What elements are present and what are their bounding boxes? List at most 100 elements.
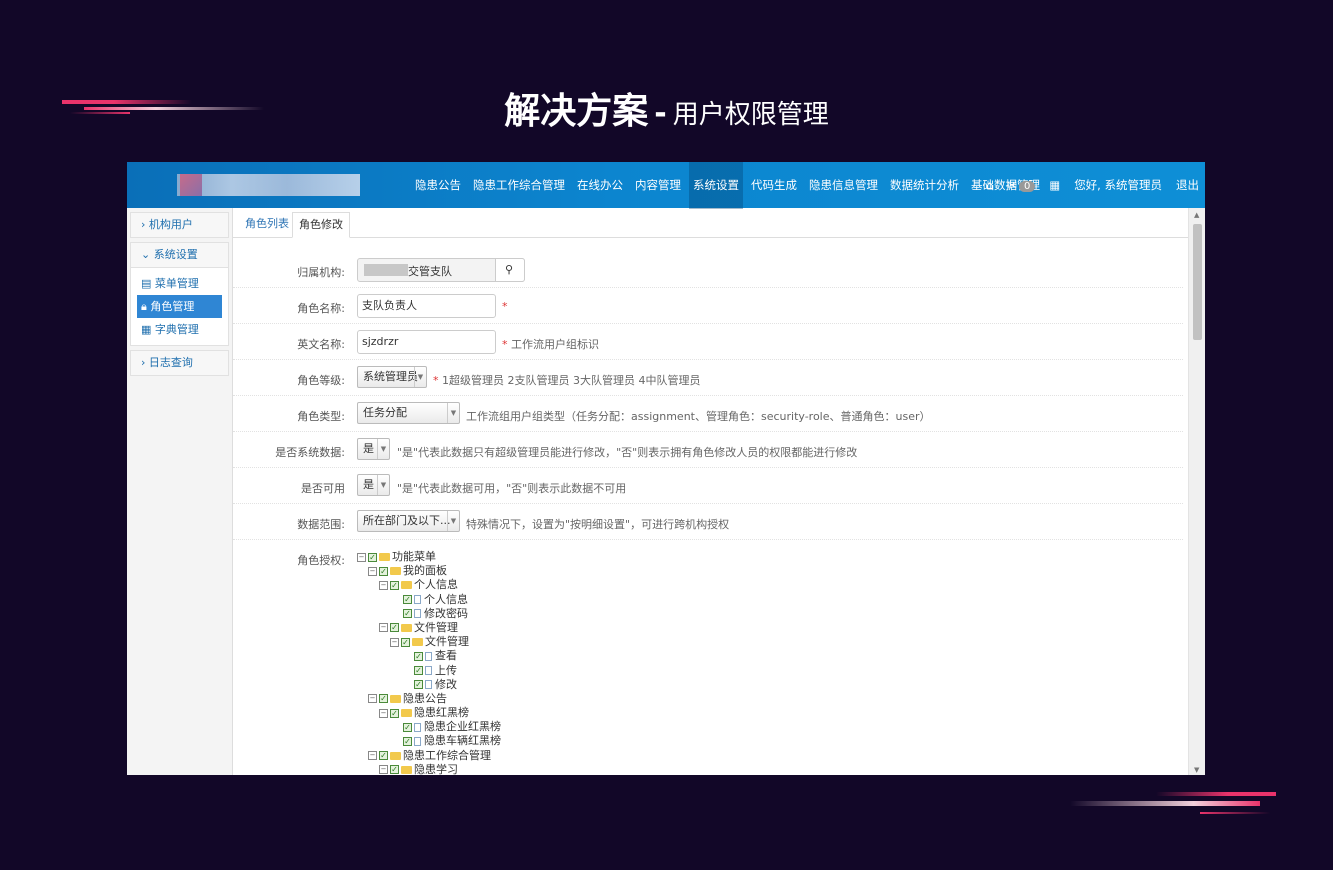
tree-node[interactable]: − ✓ 隐患工作综合管理 (357, 749, 501, 763)
scroll-down-icon[interactable]: ▼ (1194, 766, 1199, 774)
tree-node-label: 修改密码 (424, 606, 468, 620)
org-blurred-text (364, 264, 408, 276)
nav-item-hazard-info[interactable]: 隐患信息管理 (809, 177, 878, 193)
sidebar-item-roles[interactable]: 🔒︎ 角色管理 (137, 295, 222, 318)
checkbox-checked-icon[interactable]: ✓ (390, 580, 399, 590)
usable-select[interactable]: 是 ▼ (357, 474, 390, 496)
checkbox-checked-icon[interactable]: ✓ (403, 609, 412, 619)
scroll-up-icon[interactable]: ▲ (1194, 211, 1199, 219)
checkbox-checked-icon[interactable]: ✓ (379, 751, 388, 761)
tree-node[interactable]: ✓ 上传 (357, 664, 501, 678)
collapse-icon[interactable]: − (379, 708, 388, 718)
sidebar-group-org-users[interactable]: › 机构用户 (130, 212, 229, 238)
tree-node[interactable]: ✓ 隐患车辆红黑榜 (357, 734, 501, 748)
message-count-badge: 0 (1018, 181, 1036, 192)
tree-node[interactable]: ✓ 修改密码 (357, 607, 501, 621)
collapse-icon[interactable]: − (390, 637, 399, 647)
tree-node[interactable]: ✓ 个人信息 (357, 593, 501, 607)
collapse-icon[interactable]: − (379, 765, 388, 775)
checkbox-checked-icon[interactable]: ✓ (414, 651, 423, 661)
sidebar-item-menu[interactable]: ▤ 菜单管理 (137, 272, 222, 295)
system-data-label: 是否系统数据: (275, 446, 345, 459)
tree-node[interactable]: ✓ 查看 (357, 649, 501, 663)
nav-item-system-settings[interactable]: 系统设置 (689, 162, 743, 209)
tree-node-label: 文件管理 (414, 620, 458, 634)
name-label: 角色名称: (297, 302, 345, 315)
mail-icon[interactable]: ✉ 0 (1007, 178, 1036, 192)
document-icon (414, 595, 421, 605)
grid-icon[interactable]: ▦ (1049, 178, 1060, 192)
folder-icon (379, 553, 390, 561)
nav-item-hazard-work[interactable]: 隐患工作综合管理 (473, 177, 565, 193)
tree-node-label: 隐患学习 (414, 762, 458, 775)
checkbox-checked-icon[interactable]: ✓ (390, 708, 399, 718)
tree-node[interactable]: − ✓ 文件管理 (357, 621, 501, 635)
role-type-select[interactable]: 任务分配 ▼ (357, 402, 460, 424)
checkbox-checked-icon[interactable]: ✓ (414, 666, 423, 675)
scrollbar-thumb[interactable] (1193, 224, 1202, 340)
tree-node[interactable]: ✓ 修改 (357, 678, 501, 692)
usable-value: 是 (363, 478, 374, 491)
collapse-icon[interactable]: − (368, 566, 377, 576)
role-type-value: 任务分配 (363, 406, 407, 419)
nav-item-online-office[interactable]: 在线办公 (577, 177, 623, 193)
checkbox-checked-icon[interactable]: ✓ (403, 595, 412, 605)
en-label: 英文名称: (297, 338, 345, 351)
usable-label: 是否可用 (301, 482, 345, 495)
form-row-system-data: 是否系统数据: 是 ▼ "是"代表此数据只有超级管理员能进行修改，"否"则表示拥有… (233, 432, 1183, 468)
checkbox-checked-icon[interactable]: ✓ (403, 736, 412, 746)
sidebar-group-logs[interactable]: › 日志查询 (130, 350, 229, 376)
main-nav: 隐患公告 隐患工作综合管理 在线办公 内容管理 系统设置 代码生成 隐患信息管理… (415, 162, 1052, 209)
nav-item-content[interactable]: 内容管理 (635, 177, 681, 193)
nav-item-codegen[interactable]: 代码生成 (751, 177, 797, 193)
collapse-icon[interactable]: − (379, 623, 388, 633)
collapse-icon[interactable]: − (368, 694, 377, 704)
role-name-input[interactable]: 支队负责人 (357, 294, 496, 318)
collapse-icon[interactable]: − (379, 580, 388, 590)
data-scope-select[interactable]: 所在部门及以下... ▼ (357, 510, 460, 532)
sidebar-group-label: 系统设置 (153, 248, 198, 261)
home-icon[interactable]: ⌂ (986, 178, 993, 192)
system-data-select[interactable]: 是 ▼ (357, 438, 390, 460)
checkbox-checked-icon[interactable]: ✓ (390, 765, 399, 775)
vertical-scrollbar[interactable]: ▲ ▼ (1188, 208, 1205, 775)
org-search-button[interactable]: ⚲ (495, 258, 525, 282)
tree-node[interactable]: − ✓ 功能菜单 (357, 550, 501, 564)
tree-node[interactable]: − ✓ 文件管理 (357, 635, 501, 649)
nav-item-notice[interactable]: 隐患公告 (415, 177, 461, 193)
tree-node[interactable]: − ✓ 个人信息 (357, 578, 501, 592)
sidebar-item-dictionary[interactable]: ▦ 字典管理 (137, 318, 222, 341)
user-greeting[interactable]: 您好, 系统管理员 (1074, 177, 1162, 193)
checkbox-checked-icon[interactable]: ✓ (401, 637, 410, 647)
tree-node-label: 个人信息 (424, 592, 468, 606)
scope-hint: 特殊情况下，设置为"按明细设置"，可进行跨机构授权 (466, 518, 730, 531)
logo-blurred (177, 174, 360, 196)
top-navbar: 隐患公告 隐患工作综合管理 在线办公 内容管理 系统设置 代码生成 隐患信息管理… (127, 162, 1205, 209)
tree-node[interactable]: − ✓ 隐患公告 (357, 692, 501, 706)
slide-title-main: 解决方案 (504, 91, 649, 132)
checkbox-checked-icon[interactable]: ✓ (390, 623, 399, 633)
tab-role-list[interactable]: 角色列表 (239, 212, 295, 238)
role-level-select[interactable]: 系统管理员 ▼ (357, 366, 427, 388)
permission-tree: − ✓ 功能菜单 − ✓ 我的面板 − ✓ 个人信息 ✓ 个人信息 ✓ 修改密码 − ✓ 文件管理 − ✓ 文件管理… (357, 550, 501, 775)
nav-item-statistics[interactable]: 数据统计分析 (890, 177, 959, 193)
collapse-icon[interactable]: − (357, 552, 366, 562)
english-name-input[interactable]: sjzdrzr (357, 330, 496, 354)
logout-link[interactable]: 退出 (1176, 177, 1199, 193)
tab-role-edit[interactable]: 角色修改 (292, 212, 350, 238)
checkbox-checked-icon[interactable]: ✓ (414, 680, 423, 690)
tree-node[interactable]: − ✓ 我的面板 (357, 564, 501, 578)
checkbox-checked-icon[interactable]: ✓ (368, 552, 377, 562)
slide-title: 解决方案 - 用户权限管理 (0, 82, 1333, 134)
form-row-usable: 是否可用 是 ▼ "是"代表此数据可用，"否"则表示此数据不可用 (233, 468, 1183, 504)
tree-node[interactable]: − ✓ 隐患学习 (357, 763, 501, 775)
org-field[interactable]: 交管支队 ⚲ (357, 258, 525, 282)
sidebar-group-label: 机构用户 (148, 218, 193, 231)
checkbox-checked-icon[interactable]: ✓ (379, 694, 388, 704)
sidebar-group-system-settings[interactable]: ⌄ 系统设置 (130, 242, 229, 268)
checkbox-checked-icon[interactable]: ✓ (379, 566, 388, 576)
tree-node[interactable]: ✓ 隐患企业红黑榜 (357, 720, 501, 734)
checkbox-checked-icon[interactable]: ✓ (403, 722, 412, 732)
collapse-icon[interactable]: − (368, 751, 377, 761)
tree-node[interactable]: − ✓ 隐患红黑榜 (357, 706, 501, 720)
